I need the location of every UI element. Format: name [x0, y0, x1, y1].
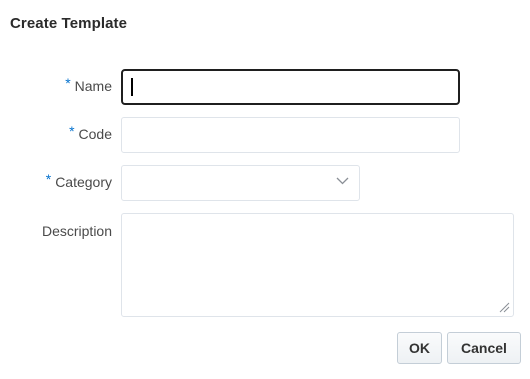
- cancel-button[interactable]: Cancel: [447, 332, 521, 364]
- create-template-dialog: Create Template * Name * Code * Category De…: [0, 0, 530, 379]
- description-label-row: Description: [42, 223, 112, 239]
- required-marker: *: [45, 171, 52, 187]
- category-select[interactable]: [121, 165, 360, 201]
- name-label: Name: [74, 78, 112, 94]
- code-label: Code: [78, 126, 112, 142]
- category-label: Category: [55, 174, 112, 190]
- ok-button[interactable]: OK: [397, 332, 442, 364]
- resize-grip-icon[interactable]: [498, 301, 510, 313]
- dialog-title: Create Template: [10, 15, 128, 32]
- code-label-row: * Code: [69, 123, 112, 142]
- description-label: Description: [41, 223, 112, 239]
- name-label-row: * Name: [65, 75, 112, 94]
- category-label-row: * Category: [45, 171, 112, 190]
- required-marker: *: [65, 75, 71, 91]
- name-input[interactable]: [121, 69, 460, 105]
- text-caret: [131, 78, 133, 96]
- description-textarea[interactable]: [121, 213, 514, 317]
- required-marker: *: [69, 123, 75, 139]
- code-input[interactable]: [121, 117, 460, 153]
- chevron-down-icon[interactable]: [336, 177, 349, 185]
